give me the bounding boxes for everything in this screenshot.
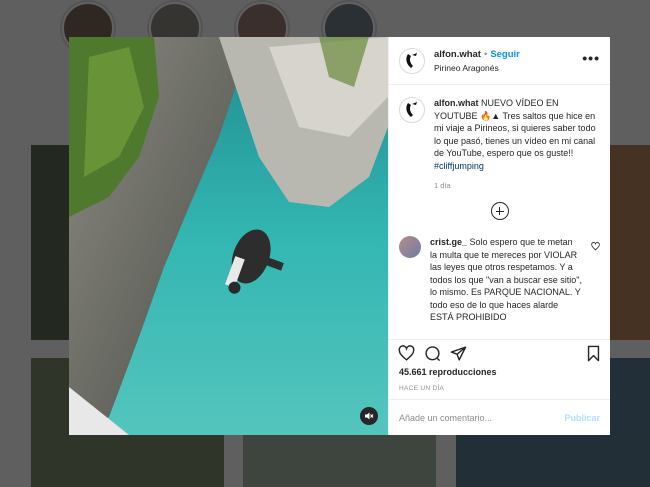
post-header: alfon.what • Seguir Pirineo Aragonés ••• [389,37,610,85]
mute-button[interactable] [360,407,378,425]
post-modal: alfon.what • Seguir Pirineo Aragonés •••… [69,37,610,435]
load-more-icon[interactable] [490,202,509,220]
share-icon[interactable] [450,345,467,362]
comments-section[interactable]: alfon.what NUEVO VÍDEO EN YOUTUBE 🔥▲ Tre… [389,85,610,339]
commenter-avatar[interactable] [399,236,421,258]
post-actions [389,339,610,367]
follow-button[interactable]: Seguir [490,49,520,60]
separator-dot: • [483,48,488,60]
more-options-button[interactable]: ••• [582,50,600,66]
avatar-logo-icon [406,52,417,68]
caption-time: 1 día [434,181,451,190]
hashtag-link[interactable]: #cliffjumping [434,161,484,171]
heart-icon[interactable] [398,345,415,362]
caption-username[interactable]: alfon.what [434,98,479,108]
add-comment-input[interactable] [399,412,565,423]
comment-like-icon[interactable] [591,242,600,251]
video-frame [69,37,388,435]
post-timestamp: HACE UN DÍA [399,385,445,392]
save-icon[interactable] [586,345,601,362]
caption-text: alfon.what NUEVO VÍDEO EN YOUTUBE 🔥▲ Tre… [434,97,600,172]
view-count[interactable]: 45.661 reproducciones [389,367,610,381]
post-video[interactable] [69,37,388,435]
username-link[interactable]: alfon.what [434,49,481,60]
avatar-logo-icon [406,102,417,117]
commenter-username[interactable]: crist.ge_ [430,237,467,247]
caption-avatar[interactable] [399,97,425,123]
comment-body: Solo espero que te metan la multa que te… [430,237,582,322]
publish-button[interactable]: Publicar [564,413,600,423]
caption: alfon.what NUEVO VÍDEO EN YOUTUBE 🔥▲ Tre… [399,97,600,172]
mute-icon [365,412,374,420]
avatar[interactable] [399,47,425,74]
comment-icon[interactable] [424,345,441,362]
post-side-panel: alfon.what • Seguir Pirineo Aragonés •••… [388,37,610,435]
add-comment-bar: Publicar [389,399,610,435]
comment-item: crist.ge_ Solo espero que te metan la mu… [399,236,600,324]
location-link[interactable]: Pirineo Aragonés [434,63,582,73]
comment-text: crist.ge_ Solo espero que te metan la mu… [430,236,582,324]
